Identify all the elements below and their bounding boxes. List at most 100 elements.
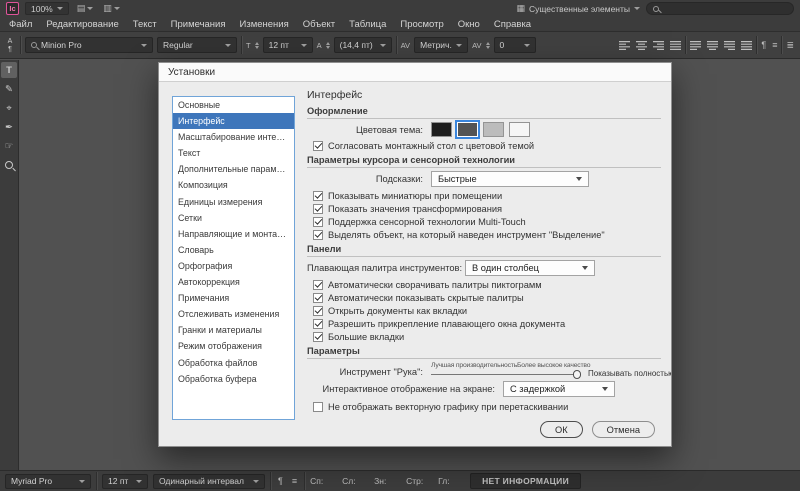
pref-item[interactable]: Режим отображения xyxy=(173,338,294,354)
view-options-button[interactable]: ▤ xyxy=(75,3,96,14)
floating-tools-select[interactable]: В один столбец xyxy=(465,260,595,276)
status-size-select[interactable]: 12 пт xyxy=(102,474,148,489)
eyedropper-tool[interactable]: ✒ xyxy=(1,119,17,135)
leading-input[interactable]: (14,4 пт) xyxy=(334,37,392,53)
status-spacing-select[interactable]: Одинарный интервал xyxy=(153,474,265,489)
pref-item[interactable]: Отслеживать изменения xyxy=(173,306,294,322)
menu-object[interactable]: Объект xyxy=(296,19,342,30)
zoom-level-select[interactable]: 100% xyxy=(25,2,69,15)
character-formatting-icon[interactable]: А xyxy=(8,38,13,45)
tracking-select[interactable]: 0 xyxy=(494,37,536,53)
justify-last-right-icon[interactable] xyxy=(722,38,737,53)
position-tool[interactable]: ⌖ xyxy=(1,100,17,116)
checkbox[interactable] xyxy=(313,280,323,290)
pref-item[interactable]: Примечания xyxy=(173,290,294,306)
font-style-select[interactable]: Regular xyxy=(157,37,237,53)
paragraph-marks-icon[interactable]: ¶ xyxy=(759,40,768,50)
align-center-icon[interactable] xyxy=(634,38,649,53)
color-theme-swatch[interactable] xyxy=(457,122,478,137)
hand-tool[interactable]: ☞ xyxy=(1,138,17,154)
pref-item[interactable]: Единицы измерения xyxy=(173,194,294,210)
slider-track[interactable] xyxy=(431,369,581,379)
pref-item[interactable]: Композиция xyxy=(173,177,294,193)
checkbox[interactable] xyxy=(313,204,323,214)
zoom-tool[interactable] xyxy=(1,157,17,173)
menu-notes[interactable]: Примечания xyxy=(164,19,233,30)
search-input[interactable] xyxy=(663,4,787,14)
slider-knob[interactable] xyxy=(573,370,582,379)
pref-item[interactable]: Словарь xyxy=(173,242,294,258)
kerning-select[interactable]: Метрич. xyxy=(414,37,468,53)
menu-help[interactable]: Справка xyxy=(487,19,538,30)
checkbox-auto-show-hidden[interactable]: Автоматически показывать скрытые палитры xyxy=(313,291,661,304)
search-box[interactable] xyxy=(646,2,794,15)
note-tool[interactable]: ✎ xyxy=(1,81,17,97)
menu-view[interactable]: Просмотр xyxy=(393,19,450,30)
checkbox-floating-dock[interactable]: Разрешить прикрепление плавающего окна д… xyxy=(313,317,661,330)
menu-table[interactable]: Таблица xyxy=(342,19,393,30)
checkbox[interactable] xyxy=(313,332,323,342)
pref-item[interactable]: Гранки и материалы xyxy=(173,322,294,338)
pref-item[interactable]: Обработка файлов xyxy=(173,355,294,371)
checkbox[interactable] xyxy=(313,191,323,201)
tracking-stepper[interactable] xyxy=(486,42,490,49)
color-theme-swatch[interactable] xyxy=(483,122,504,137)
status-font-select[interactable]: Myriad Pro xyxy=(5,474,91,489)
checkbox[interactable] xyxy=(313,217,323,227)
color-theme-swatch[interactable] xyxy=(509,122,530,137)
pref-item[interactable]: Орфография xyxy=(173,258,294,274)
align-right-icon[interactable] xyxy=(651,38,666,53)
screen-mode-button[interactable]: ▥ xyxy=(101,3,122,14)
paragraph-formatting-icon[interactable]: ¶ xyxy=(8,46,12,53)
justify-all-icon[interactable] xyxy=(739,38,754,53)
checkbox-transform-values[interactable]: Показать значения трансформирования xyxy=(313,202,661,215)
justify-icon[interactable] xyxy=(668,38,683,53)
pref-item[interactable]: Сетки xyxy=(173,210,294,226)
panel-menu-icon[interactable]: ≣ xyxy=(784,40,796,51)
checkbox-docs-as-tabs[interactable]: Открыть документы как вкладки xyxy=(313,304,661,317)
pref-item[interactable]: Направляющие и монтажный стол xyxy=(173,226,294,242)
menu-type[interactable]: Текст xyxy=(126,19,164,30)
ok-button[interactable]: ОК xyxy=(540,421,583,438)
checkbox[interactable] xyxy=(313,402,323,412)
cancel-button[interactable]: Отмена xyxy=(592,421,655,438)
pref-item[interactable]: Масштабирование интерфейса xyxy=(173,129,294,145)
justify-last-left-icon[interactable] xyxy=(688,38,703,53)
checkbox[interactable] xyxy=(313,306,323,316)
workspace-switcher[interactable]: ▦ Существенные элементы xyxy=(516,3,640,14)
live-drawing-select[interactable]: С задержкой xyxy=(503,381,615,397)
pref-item[interactable]: Обработка буфера xyxy=(173,371,294,387)
menu-file[interactable]: Файл xyxy=(2,19,39,30)
checkbox[interactable] xyxy=(313,141,323,151)
checkbox-greek-vector[interactable]: Не отображать векторную графику при пере… xyxy=(313,400,661,413)
menu-changes[interactable]: Изменения xyxy=(233,19,296,30)
pref-item[interactable]: Текст xyxy=(173,145,294,161)
leading-stepper[interactable] xyxy=(326,42,330,49)
checkbox-multitouch[interactable]: Поддержка сенсорной технологии Multi-Tou… xyxy=(313,215,661,228)
checkbox-auto-collapse[interactable]: Автоматически сворачивать палитры пиктог… xyxy=(313,278,661,291)
menu-window[interactable]: Окно xyxy=(451,19,487,30)
pref-item[interactable]: Дополнительные параметры текста xyxy=(173,161,294,177)
format-mode-toggle[interactable]: А ¶ xyxy=(4,38,16,53)
checkbox[interactable] xyxy=(313,319,323,329)
checkbox-match-pasteboard[interactable]: Согласовать монтажный стол с цветовой те… xyxy=(313,139,661,152)
justify-last-center-icon[interactable] xyxy=(705,38,720,53)
font-size-input[interactable]: 12 пт xyxy=(263,37,313,53)
color-theme-swatch[interactable] xyxy=(431,122,452,137)
menu-edit[interactable]: Редактирование xyxy=(39,19,125,30)
list-view-icon[interactable]: ≡ xyxy=(290,476,299,486)
tooltips-select[interactable]: Быстрые xyxy=(431,171,589,187)
checkbox[interactable] xyxy=(313,293,323,303)
checkbox-show-thumbnails[interactable]: Показывать миниатюры при помещении xyxy=(313,189,661,202)
pref-item[interactable]: Автокоррекция xyxy=(173,274,294,290)
checkbox-large-tabs[interactable]: Большие вкладки xyxy=(313,330,661,343)
align-left-icon[interactable] xyxy=(617,38,632,53)
checkbox[interactable] xyxy=(313,230,323,240)
type-tool[interactable]: T xyxy=(1,62,17,78)
font-size-stepper[interactable] xyxy=(255,42,259,49)
pref-item[interactable]: Основные xyxy=(173,97,294,113)
list-view-icon[interactable]: ≡ xyxy=(770,40,779,50)
paragraph-marks-icon[interactable]: ¶ xyxy=(276,476,285,486)
checkbox-highlight-object[interactable]: Выделять объект, на который наведен инст… xyxy=(313,228,661,241)
font-family-select[interactable]: Minion Pro xyxy=(25,37,153,53)
